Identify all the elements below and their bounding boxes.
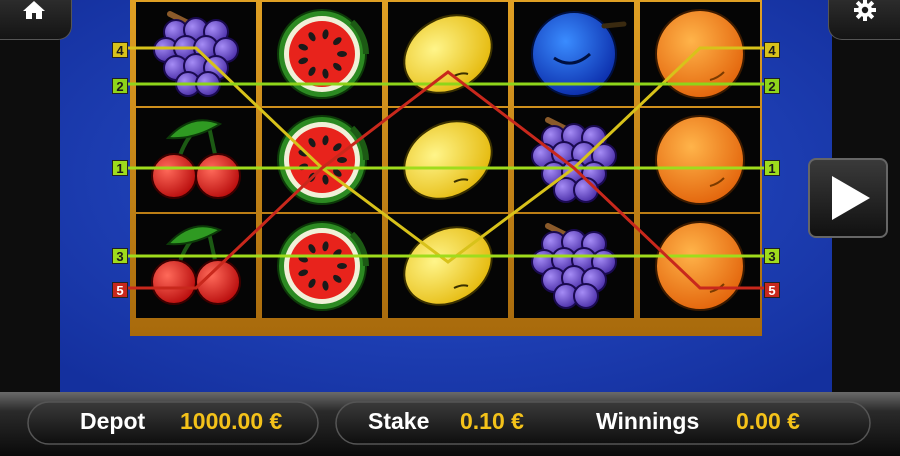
payline-label-3-right[interactable]: 3 — [764, 248, 780, 264]
spin-button[interactable] — [808, 158, 888, 238]
depot-value: 1000.00 € — [180, 408, 283, 434]
payline-label-4-left[interactable]: 4 — [112, 42, 128, 58]
payline-label-1-left[interactable]: 1 — [112, 160, 128, 176]
depot-label: Depot — [80, 408, 146, 434]
winnings-value: 0.00 € — [736, 408, 800, 434]
home-button[interactable] — [0, 0, 72, 40]
gear-icon — [854, 0, 876, 21]
payline-label-2-right[interactable]: 2 — [764, 78, 780, 94]
settings-button[interactable] — [828, 0, 900, 40]
stake-value[interactable]: 0.10 € — [460, 407, 524, 435]
watermelon-symbol — [277, 221, 369, 311]
payline-label-5-right[interactable]: 5 — [764, 282, 780, 298]
payline-label-5-left[interactable]: 5 — [112, 282, 128, 298]
home-icon — [23, 1, 45, 19]
stake-label: Stake — [368, 408, 430, 434]
payline-label-3-left[interactable]: 3 — [112, 248, 128, 264]
orange-symbol — [655, 221, 745, 311]
payline-label-4-right[interactable]: 4 — [764, 42, 780, 58]
winnings-label: Winnings — [596, 408, 700, 434]
orange-symbol — [655, 115, 745, 205]
play-icon — [832, 176, 870, 220]
payline-label-2-left[interactable]: 2 — [112, 78, 128, 94]
slot-machine-stage — [0, 0, 900, 456]
payline-label-1-right[interactable]: 1 — [764, 160, 780, 176]
